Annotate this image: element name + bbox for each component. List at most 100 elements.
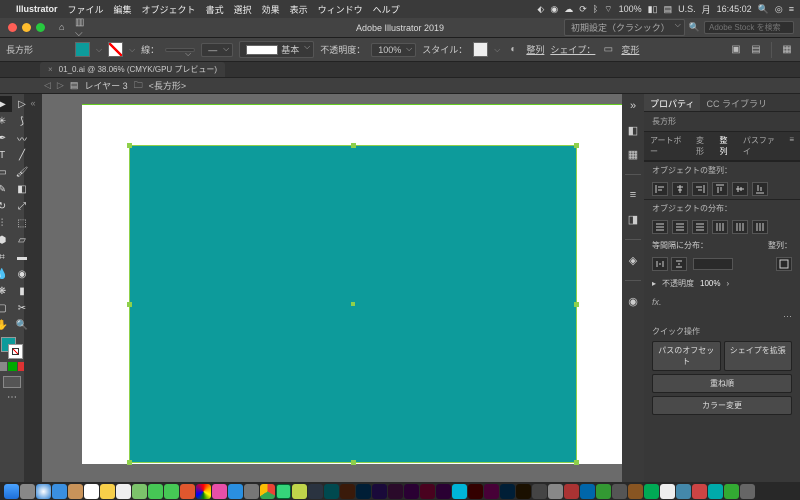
edit-toolbar-icon[interactable]: ⋯ — [2, 389, 22, 405]
menu-type[interactable]: 書式 — [206, 3, 224, 16]
subtab-pathfinder[interactable]: パスファイ — [743, 135, 782, 157]
scale-tool[interactable]: ⤢ — [12, 198, 32, 214]
paintbrush-tool[interactable]: 🖌 — [12, 164, 32, 180]
type-tool[interactable]: T — [0, 147, 12, 163]
symbol-sprayer-tool[interactable]: ❋ — [0, 283, 12, 299]
gradient-tool[interactable]: ▬ — [12, 249, 32, 265]
color-mode-icons[interactable] — [0, 362, 27, 371]
bluetooth-icon[interactable]: ᛒ — [593, 4, 598, 14]
stroke-width-dropdown[interactable] — [165, 48, 195, 52]
pen-tool[interactable]: ✒ — [0, 130, 12, 146]
breadcrumb-fwd-icon[interactable]: ▷ — [57, 80, 64, 91]
dock-appstore-icon[interactable] — [228, 484, 243, 499]
dock-app-10-icon[interactable] — [676, 484, 691, 499]
mesh-tool[interactable]: ⌗ — [0, 249, 12, 265]
dock-xd-icon[interactable] — [484, 484, 499, 499]
dock-itunes-icon[interactable] — [212, 484, 227, 499]
magic-wand-tool[interactable]: ✳ — [0, 113, 12, 129]
menu-effect[interactable]: 効果 — [262, 3, 280, 16]
menu-help[interactable]: ヘルプ — [373, 3, 400, 16]
layers-panel-icon[interactable]: ◈ — [625, 252, 641, 268]
resize-handle[interactable] — [351, 143, 356, 148]
collapse-panels-icon[interactable]: » — [625, 98, 641, 114]
hdist-center-icon[interactable] — [732, 220, 748, 234]
dock-app-8-icon[interactable] — [644, 484, 659, 499]
lasso-tool[interactable]: ⟆ — [12, 113, 32, 129]
battery-icon[interactable]: ▮▯ — [648, 4, 658, 15]
dock-app-1-icon[interactable] — [532, 484, 547, 499]
tab-properties[interactable]: プロパティ — [644, 94, 700, 111]
dock-app-5-icon[interactable] — [596, 484, 611, 499]
dock-app-4-icon[interactable] — [580, 484, 595, 499]
document-tab[interactable]: × 01_0.ai @ 38.06% (CMYK/GPU プレビュー) — [40, 62, 225, 77]
resize-handle[interactable] — [127, 143, 132, 148]
align-vcenter-icon[interactable] — [732, 182, 748, 196]
dock-illustrator-icon[interactable] — [468, 484, 483, 499]
screen-mode-icon[interactable] — [3, 376, 21, 388]
dock-bridge-icon[interactable] — [516, 484, 531, 499]
resize-handle[interactable] — [127, 460, 132, 465]
fx-row[interactable]: fx. — [644, 293, 800, 311]
dock-audition-icon[interactable] — [324, 484, 339, 499]
align-bottom-icon[interactable] — [752, 182, 768, 196]
subtab-align[interactable]: 整列 — [719, 135, 734, 157]
resize-handle[interactable] — [127, 302, 132, 307]
shape-builder-tool[interactable]: ⬢ — [0, 232, 12, 248]
opacity-expand-icon[interactable]: › — [726, 279, 729, 288]
curvature-tool[interactable]: 〰 — [12, 130, 32, 146]
hspace-icon[interactable] — [652, 257, 668, 271]
flag-icon[interactable]: ▤ — [664, 4, 673, 15]
wifi-icon[interactable]: ⌔ — [604, 4, 612, 15]
vdist-bottom-icon[interactable] — [692, 220, 708, 234]
vdist-top-icon[interactable] — [652, 220, 668, 234]
direct-selection-tool[interactable]: ▷ — [12, 96, 32, 112]
cc-sync-icon[interactable]: ◉ — [550, 4, 558, 15]
appearance-panel-icon[interactable]: ◉ — [625, 293, 641, 309]
fill-stroke-indicator[interactable] — [1, 337, 23, 359]
shape-convert-icon[interactable]: ▭ — [601, 43, 615, 57]
notification-icon[interactable]: ≡ — [789, 4, 794, 14]
dock-maps-icon[interactable] — [132, 484, 147, 499]
menu-edit[interactable]: 編集 — [114, 3, 132, 16]
align-link[interactable]: 整列 — [526, 43, 544, 56]
perspective-tool[interactable]: ▱ — [12, 232, 32, 248]
dock-preferences-icon[interactable] — [244, 484, 259, 499]
dock-app-6-icon[interactable] — [612, 484, 627, 499]
arrange-button[interactable]: 重ね順 — [652, 374, 792, 393]
breadcrumb-layer[interactable]: レイヤー 3 — [84, 79, 127, 92]
hand-tool[interactable]: ✋ — [0, 317, 12, 333]
slice-tool[interactable]: ✂ — [12, 300, 32, 316]
dock-dimension-icon[interactable] — [308, 484, 323, 499]
more-options-icon[interactable]: ⋯ — [644, 311, 800, 322]
expand-shape-button[interactable]: シェイプを拡張 — [724, 341, 793, 371]
transform-link[interactable]: 変形 — [621, 43, 639, 56]
align-left-icon[interactable] — [652, 182, 668, 196]
line-tool[interactable]: ╱ — [12, 147, 32, 163]
selection-tool[interactable]: ▶ — [0, 96, 12, 112]
menu-select[interactable]: 選択 — [234, 3, 252, 16]
dock-app-12-icon[interactable] — [708, 484, 723, 499]
align-to-dropdown[interactable] — [776, 257, 792, 271]
swatches-panel-icon[interactable]: ▦ — [625, 146, 641, 162]
vdist-center-icon[interactable] — [672, 220, 688, 234]
subtab-transform[interactable]: 変形 — [696, 135, 711, 157]
dock-contacts-icon[interactable] — [68, 484, 83, 499]
dock-lightroom-icon[interactable] — [500, 484, 515, 499]
stroke-swatch[interactable] — [108, 42, 123, 57]
dock-characteranimator-icon[interactable] — [388, 484, 403, 499]
subtab-artboard[interactable]: アートボー — [650, 135, 688, 157]
dock-trash-icon[interactable] — [740, 484, 755, 499]
dock-calendar-icon[interactable] — [84, 484, 99, 499]
dock-app-3-icon[interactable] — [564, 484, 579, 499]
rotate-tool[interactable]: ↻ — [0, 198, 12, 214]
shaper-tool[interactable]: ✎ — [0, 181, 12, 197]
stroke-panel-icon[interactable]: ≡ — [625, 187, 641, 203]
dropbox-icon[interactable]: ⬖ — [537, 4, 544, 15]
menu-view[interactable]: 表示 — [290, 3, 308, 16]
dock-finder-icon[interactable] — [4, 484, 19, 499]
brush-dropdown[interactable]: 基本 — [239, 41, 314, 58]
dock-mediaencoder-icon[interactable] — [436, 484, 451, 499]
vspace-icon[interactable] — [671, 257, 687, 271]
align-hcenter-icon[interactable] — [672, 182, 688, 196]
menu-object[interactable]: オブジェクト — [142, 3, 196, 16]
